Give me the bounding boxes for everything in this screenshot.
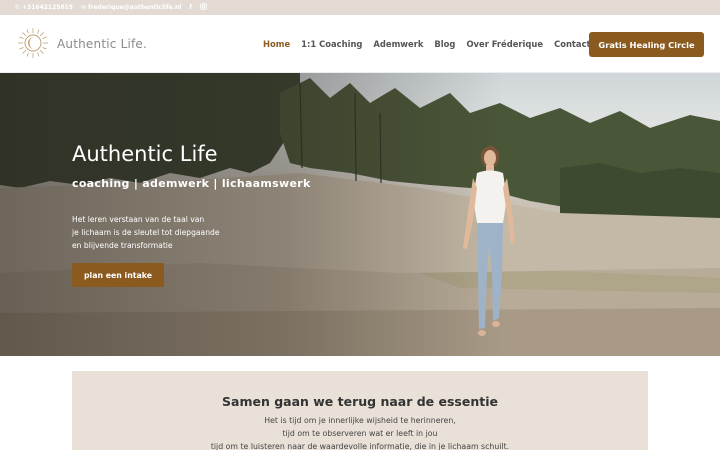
section-line: Het is tijd om je innerlijke wijsheid te… bbox=[264, 416, 456, 425]
hero-line: Het leren verstaan van de taal van bbox=[72, 215, 205, 224]
phone-contact[interactable]: ✆ +31642125815 bbox=[15, 4, 73, 11]
section-line: tijd om te observeren wat er leeft in jo… bbox=[282, 429, 438, 438]
main-nav: Home 1:1 Coaching Ademwerk Blog Over Fré… bbox=[263, 39, 591, 49]
nav-item-contact[interactable]: Contact bbox=[554, 39, 591, 49]
top-bar: ✆ +31642125815 ✉ frederique@authenticlif… bbox=[0, 0, 720, 15]
nav-item-coaching[interactable]: 1:1 Coaching bbox=[301, 39, 362, 49]
phone-icon: ✆ bbox=[15, 4, 21, 11]
nav-item-over-frederique[interactable]: Over Fréderique bbox=[466, 39, 543, 49]
section-heading: Samen gaan we terug naar de essentie bbox=[222, 394, 498, 409]
essence-section: Samen gaan we terug naar de essentie Het… bbox=[72, 371, 648, 450]
logo-text[interactable]: Authentic Life. bbox=[57, 37, 147, 51]
hero-line: en blijvende transformatie bbox=[72, 241, 173, 250]
envelope-icon: ✉ bbox=[80, 4, 87, 11]
hero-section: Authentic Life coaching | ademwerk | lic… bbox=[0, 73, 720, 356]
section-line: tijd om te luisteren naar de waardevolle… bbox=[210, 442, 510, 450]
nav-item-blog[interactable]: Blog bbox=[434, 39, 455, 49]
nav-item-home[interactable]: Home bbox=[263, 39, 290, 49]
email-address[interactable]: frederique@authenticlife.nl bbox=[88, 4, 181, 11]
email-contact[interactable]: ✉ frederique@authenticlife.nl bbox=[81, 4, 181, 11]
facebook-icon[interactable]: f bbox=[189, 4, 192, 11]
woman-walking-image bbox=[463, 146, 515, 336]
hero-title: Authentic Life bbox=[72, 142, 218, 166]
hero-line: je lichaam is de sleutel tot diepgaande bbox=[72, 228, 220, 237]
phone-number[interactable]: +31642125815 bbox=[22, 4, 73, 11]
hero-subtitle: coaching | ademwerk | lichaamswerk bbox=[72, 177, 311, 190]
nav-item-ademwerk[interactable]: Ademwerk bbox=[373, 39, 423, 49]
instagram-icon[interactable] bbox=[200, 3, 207, 12]
site-header: Authentic Life. Home 1:1 Coaching Ademwe… bbox=[0, 15, 720, 73]
hero-description: Het leren verstaan van de taal van je li… bbox=[72, 213, 252, 252]
logo-icon[interactable] bbox=[17, 27, 49, 59]
healing-circle-button[interactable]: Gratis Healing Circle bbox=[589, 32, 704, 57]
plan-intake-button[interactable]: plan een intake bbox=[72, 263, 164, 287]
